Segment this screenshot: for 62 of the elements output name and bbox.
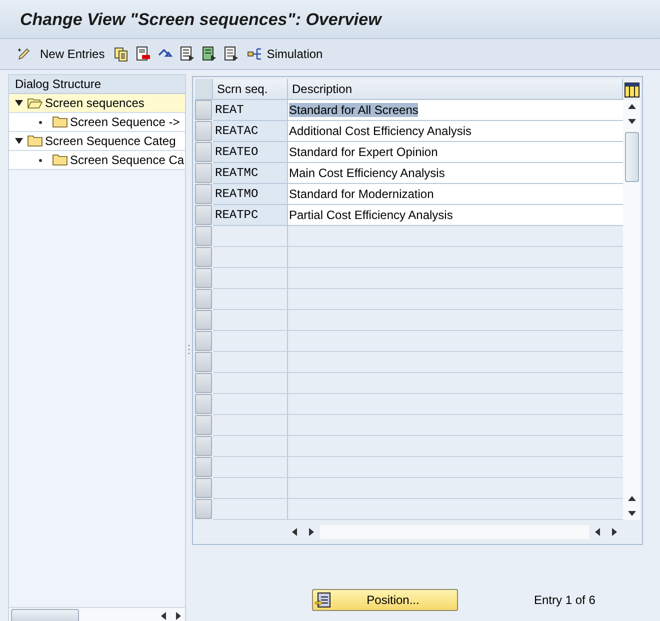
expanded-icon[interactable] [15,99,23,107]
column-header[interactable]: Description [288,79,623,100]
row-selector[interactable] [195,373,212,393]
row-selector[interactable] [195,499,212,519]
new-entries-button[interactable]: New Entries [38,47,107,61]
copy-icon[interactable] [112,46,129,62]
select-block-icon[interactable] [200,46,217,62]
table-cell: Partial Cost Efficiency Analysis [289,208,453,222]
expanded-icon[interactable] [15,137,23,145]
window-title: Change View "Screen sequences": Overview [20,10,382,30]
table-cell: REATAC [213,121,288,142]
edit-icon[interactable] [16,46,32,62]
row-selector[interactable] [195,100,212,120]
scrollbar-thumb[interactable] [11,609,79,621]
row-selector[interactable] [195,184,212,204]
tree-item[interactable]: Screen Sequence Ca [9,151,185,170]
table-cell: Additional Cost Efficiency Analysis [289,124,472,138]
folder-icon [52,116,68,128]
open-folder-icon [27,97,43,109]
row-selector[interactable] [195,247,212,267]
row-selector[interactable] [195,289,212,309]
position-icon [315,592,331,608]
column-settings-icon[interactable] [624,82,640,98]
tree-item[interactable]: Screen Sequence Categ [9,132,185,151]
row-selector[interactable] [195,142,212,162]
table-cell: REATPC [213,205,288,226]
row-selector[interactable] [195,415,212,435]
row-selector[interactable] [195,163,212,183]
select-all-icon[interactable] [178,46,195,62]
folder-icon [27,135,43,147]
row-selector[interactable] [195,436,212,456]
table-cell: REATMO [213,184,288,205]
table-cell: Standard for All Screens [289,103,418,117]
row-selector[interactable] [195,205,212,225]
table-cell: REAT [213,100,288,121]
entry-count: Entry 1 of 6 [534,593,596,607]
row-selector[interactable] [195,457,212,477]
panel-header: Dialog Structure [9,75,185,94]
row-selector[interactable] [195,121,212,141]
network-icon [246,46,263,62]
column-header[interactable]: Scrn seq. [213,79,288,100]
row-selector[interactable] [195,394,212,414]
table-cell: REATEO [213,142,288,163]
simulation-button[interactable]: Simulation [244,46,325,62]
table-cell: Standard for Expert Opinion [289,145,438,159]
table-cell: Main Cost Efficiency Analysis [289,166,445,180]
row-selector[interactable] [195,331,212,351]
scrollbar-thumb[interactable] [624,132,638,182]
row-selector[interactable] [195,268,212,288]
table-cell: REATMC [213,163,288,184]
row-selector[interactable] [195,478,212,498]
tree-item[interactable]: Screen Sequence -> [9,113,185,132]
table-cell: Standard for Modernization [289,187,434,201]
row-selector[interactable] [195,310,212,330]
row-selector[interactable] [195,226,212,246]
position-button[interactable]: Position... [312,589,458,611]
table-corner [195,79,213,100]
deselect-icon[interactable] [222,46,239,62]
delete-icon[interactable] [134,46,151,62]
row-selector[interactable] [195,352,212,372]
folder-icon [52,154,68,166]
tree-item[interactable]: Screen sequences [9,94,185,113]
